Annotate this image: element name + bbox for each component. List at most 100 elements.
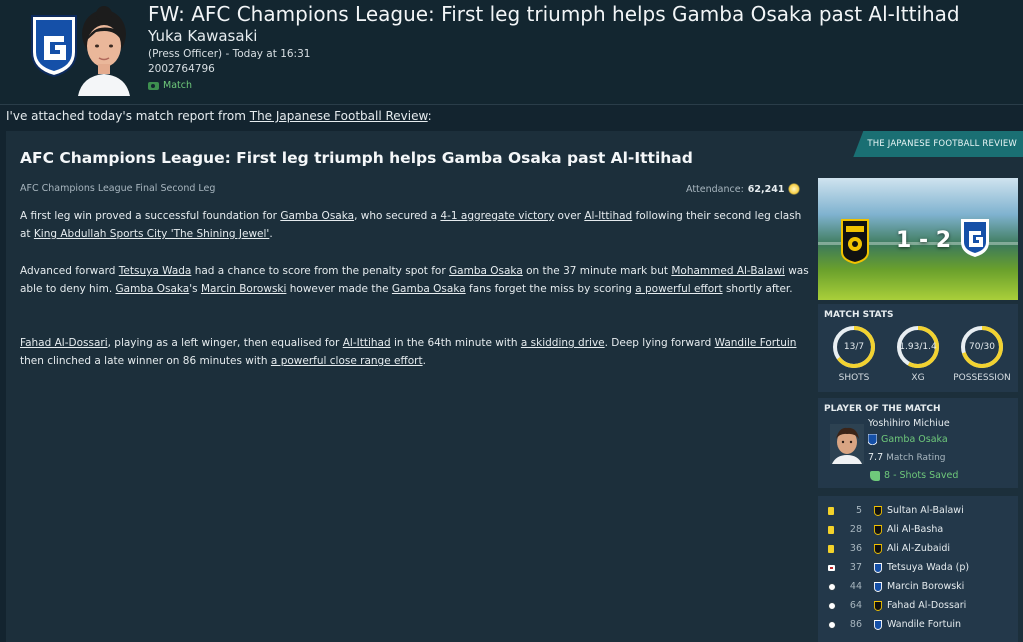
intro-text: I've attached today's match report from … [6, 109, 432, 123]
potm-club-name: Gamba Osaka [881, 434, 948, 445]
report-paragraph-1: A first leg win proved a successful foun… [20, 207, 810, 243]
stat-possession[interactable]: 70/30 POSSESSION [952, 324, 1012, 383]
al-ittihad-badge-icon [874, 505, 882, 516]
team-link[interactable]: Al-Ittihad [584, 210, 632, 222]
event-player[interactable]: Fahad Al-Dossari [887, 600, 966, 611]
event-player[interactable]: Wandile Fortuin [887, 619, 961, 630]
yellow-card-icon [828, 544, 834, 553]
potm-player-name[interactable]: Yoshihiro Michiue [868, 418, 950, 429]
match-tag-label: Match [163, 80, 192, 91]
player-face-icon[interactable] [830, 424, 864, 464]
event-minute: 28 [849, 524, 862, 535]
player-link[interactable]: Marcin Borowski [201, 283, 286, 295]
text: on the 37 minute mark but [522, 265, 672, 277]
event-minute: 86 [849, 619, 862, 630]
potm-rating-value: 7.7 [868, 452, 884, 463]
stat-ring: 13/7 [831, 324, 877, 370]
gamba-osaka-badge-icon[interactable] [960, 218, 990, 258]
potm-title: PLAYER OF THE MATCH [824, 404, 941, 414]
match-event-row[interactable]: 5 Sultan Al-Balawi [818, 501, 1018, 520]
result-link[interactable]: 4-1 aggregate victory [440, 210, 554, 222]
match-event-row[interactable]: 86 Wandile Fortuin [818, 615, 1018, 634]
goal-ball-icon [828, 601, 836, 610]
event-minute: 5 [855, 505, 862, 516]
stat-shots[interactable]: 13/7 SHOTS [824, 324, 884, 383]
text: had a chance to score from the penalty s… [191, 265, 450, 277]
weather-sun-icon [788, 183, 801, 195]
goal-ball-icon [828, 582, 836, 591]
report-headline: AFC Champions League: First leg triumph … [20, 149, 693, 167]
highlight-link[interactable]: a skidding drive [521, 337, 605, 349]
event-minute: 36 [849, 543, 862, 554]
al-ittihad-badge-icon [874, 543, 882, 554]
match-tag[interactable]: Match [148, 80, 192, 91]
event-minute: 64 [849, 600, 862, 611]
event-player[interactable]: Ali Al-Zubaidi [887, 543, 950, 554]
potm-rating-label: Match Rating [886, 453, 946, 463]
sender-name[interactable]: Yuka Kawasaki [148, 27, 257, 45]
gamba-osaka-badge-icon [868, 434, 877, 445]
event-player[interactable]: Ali Al-Basha [887, 524, 943, 535]
text: however made the [286, 283, 392, 295]
message-title: FW: AFC Champions League: First leg triu… [148, 2, 960, 26]
text: , playing as a left winger, then equalis… [107, 337, 343, 349]
text: shortly after. [722, 283, 793, 295]
sender-avatar[interactable] [74, 4, 134, 96]
player-link[interactable]: Mohammed Al-Balawi [671, 265, 785, 277]
match-event-row[interactable]: 64 Fahad Al-Dossari [818, 596, 1018, 615]
team-link[interactable]: Al-Ittihad [343, 337, 391, 349]
text: . Deep lying forward [604, 337, 715, 349]
match-event-row[interactable]: 36 Ali Al-Zubaidi [818, 539, 1018, 558]
gamba-osaka-badge-icon [874, 581, 882, 592]
shots-value: 13/7 [843, 342, 865, 352]
team-link[interactable]: Gamba Osaka [280, 210, 354, 222]
scoreboard[interactable]: 1 - 2 [818, 178, 1018, 300]
stat-ring: 70/30 [959, 324, 1005, 370]
shots-label: SHOTS [838, 373, 870, 383]
text: in the 64th minute with [390, 337, 521, 349]
highlight-link[interactable]: a powerful effort [635, 283, 722, 295]
event-minute: 44 [849, 581, 862, 592]
penalty-missed-icon [828, 564, 835, 571]
match-events-panel: 5 Sultan Al-Balawi 28 Ali Al-Basha 36 Ali Al-… [818, 496, 1018, 642]
match-report-card: THE JAPANESE FOOTBALL REVIEW AFC Champio… [6, 131, 1023, 642]
attendance-label: Attendance: [686, 183, 744, 195]
stat-ring: 1.93/1.4 [895, 324, 941, 370]
xg-label: XG [911, 373, 925, 383]
report-paragraph-3: Fahad Al-Dossari, playing as a left wing… [20, 334, 810, 370]
event-player[interactable]: Sultan Al-Balawi [887, 505, 964, 516]
possession-label: POSSESSION [953, 373, 1011, 383]
stat-xg[interactable]: 1.93/1.4 XG [888, 324, 948, 383]
team-link[interactable]: Gamba Osaka [116, 283, 190, 295]
text: fans forget the miss by scoring [465, 283, 636, 295]
match-tag-icon [148, 81, 159, 90]
yellow-card-icon [828, 525, 834, 534]
potm-club[interactable]: Gamba Osaka [868, 434, 948, 445]
event-player[interactable]: Tetsuya Wada (p) [887, 562, 969, 573]
potm-rating: 7.7 Match Rating [868, 452, 945, 463]
player-link[interactable]: Tetsuya Wada [119, 265, 192, 277]
text: 's [189, 283, 201, 295]
possession-value: 70/30 [969, 342, 995, 352]
player-link[interactable]: Wandile Fortuin [715, 337, 797, 349]
al-ittihad-badge-icon [874, 524, 882, 535]
text: over [554, 210, 585, 222]
al-ittihad-badge-icon[interactable] [840, 218, 870, 264]
match-stats-title: MATCH STATS [824, 310, 894, 320]
match-event-row[interactable]: 44 Marcin Borowski [818, 577, 1018, 596]
match-event-row[interactable]: 28 Ali Al-Basha [818, 520, 1018, 539]
text: , who secured a [354, 210, 441, 222]
team-link[interactable]: Gamba Osaka [449, 265, 523, 277]
thumbs-up-icon [870, 470, 880, 481]
source-link[interactable]: The Japanese Football Review [250, 109, 428, 123]
text: A first leg win proved a successful foun… [20, 210, 281, 222]
event-player[interactable]: Marcin Borowski [887, 581, 964, 592]
match-event-row[interactable]: 37 Tetsuya Wada (p) [818, 558, 1018, 577]
team-link[interactable]: Gamba Osaka [392, 283, 466, 295]
competition-label[interactable]: AFC Champions League Final Second Leg [20, 183, 215, 194]
player-link[interactable]: Fahad Al-Dossari [20, 337, 108, 349]
match-stats-panel: MATCH STATS 13/7 SHOTS 1.93/1.4 XG 70/30… [818, 304, 1018, 392]
stadium-link[interactable]: King Abdullah Sports City 'The Shining J… [34, 228, 269, 240]
highlight-link[interactable]: a powerful close range effort [271, 355, 423, 367]
attendance: Attendance: 62,241 [686, 183, 801, 195]
